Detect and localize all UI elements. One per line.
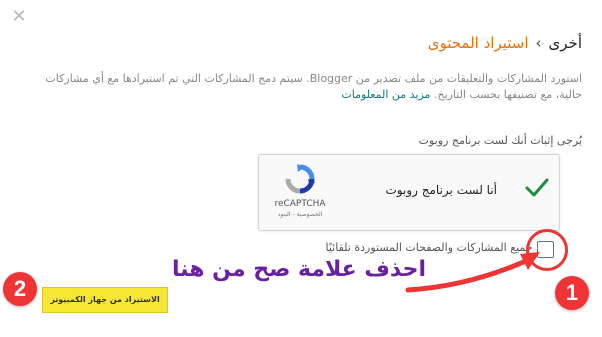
step-badge-2: 2 <box>3 272 37 306</box>
publish-checkbox[interactable] <box>537 241 554 258</box>
recaptcha-widget: أنا لست برنامج روبوت reCAPTCHA الخصوصية … <box>258 154 560 231</box>
learn-more-link[interactable]: مزيد من المعلومات <box>341 88 430 101</box>
annotation-instruction: احذف علامة صح من هنا <box>172 257 427 282</box>
recaptcha-label: أنا لست برنامج روبوت <box>385 183 497 197</box>
breadcrumb: أخرى › استيراد المحتوى <box>428 34 582 52</box>
breadcrumb-parent[interactable]: أخرى <box>549 34 582 52</box>
check-icon[interactable] <box>525 175 549 199</box>
breadcrumb-separator: › <box>535 34 542 52</box>
page-title: استيراد المحتوى <box>427 34 529 52</box>
close-icon[interactable]: ✕ <box>10 8 28 26</box>
import-from-computer-button[interactable]: الاستيراد من جهاز الكمبيوتر <box>42 287 168 313</box>
import-description: استورد المشاركات والتعليقات من ملف تصدير… <box>42 71 582 103</box>
recaptcha-brand: reCAPTCHA الخصوصية - البنود <box>267 163 333 218</box>
recaptcha-name: reCAPTCHA <box>274 199 326 209</box>
publish-checkbox-label: نشر جميع المشاركات والصفحات المستوردة تل… <box>325 241 556 254</box>
description-text: استورد المشاركات والتعليقات من ملف تصدير… <box>45 72 582 101</box>
import-content-dialog: ✕ أخرى › استيراد المحتوى استورد المشاركات … <box>0 0 602 337</box>
robot-prompt: يُرجى إثبات أنك لست برنامج روبوت <box>418 134 582 147</box>
step-badge-1: 1 <box>555 276 589 310</box>
recaptcha-terms-link[interactable]: الخصوصية - البنود <box>267 211 333 218</box>
recaptcha-logo-icon <box>285 164 315 194</box>
